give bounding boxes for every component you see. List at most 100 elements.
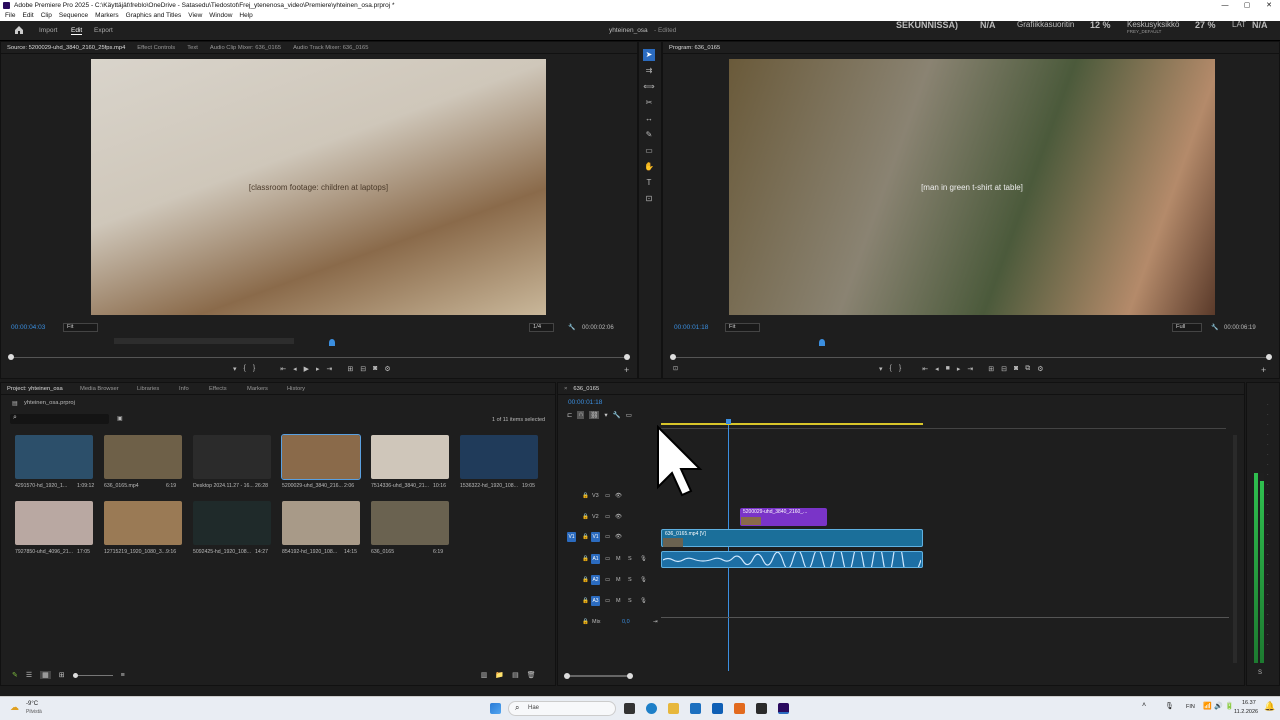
marker-icon[interactable]: ▾	[233, 365, 237, 373]
zoom-slider[interactable]	[72, 672, 113, 678]
mix-lock-icon[interactable]: 🔒	[582, 619, 589, 625]
program-resolution-dropdown[interactable]: Full	[1172, 323, 1202, 332]
tab-info[interactable]: Info	[179, 383, 209, 394]
automate-icon[interactable]: ▥	[481, 671, 488, 679]
prog-go-to-out-icon[interactable]: ⇥	[967, 365, 973, 373]
tab-effect-controls[interactable]: Effect Controls	[137, 42, 175, 53]
program-scrubber-end[interactable]	[1266, 354, 1272, 360]
linked-selection-icon[interactable]: ⛓	[589, 411, 600, 419]
freeform-view-icon[interactable]: ⊞	[59, 671, 65, 679]
source-scrubber-end[interactable]	[624, 354, 630, 360]
hscroll-end-handle[interactable]	[627, 673, 633, 679]
project-item-thumbnail[interactable]	[371, 435, 449, 479]
clock-date[interactable]: 11.2.2026	[1234, 709, 1258, 715]
vlc-icon[interactable]	[734, 703, 745, 714]
clip-v2[interactable]: 5200029-uhd_3840_2160_...	[740, 508, 827, 526]
prog-add-button-icon[interactable]: +	[1261, 365, 1266, 375]
tab-effects[interactable]: Effects	[209, 383, 247, 394]
play-icon[interactable]: ▶	[304, 365, 309, 373]
v1-sync-icon[interactable]: ▭	[605, 534, 610, 540]
track-select-icon[interactable]: ⇉	[643, 65, 655, 77]
menu-markers[interactable]: Markers	[95, 11, 118, 21]
source-scrubber[interactable]	[11, 357, 628, 358]
pencil-icon[interactable]: ✎	[12, 671, 18, 679]
project-item-thumbnail[interactable]	[460, 435, 538, 479]
project-item-thumbnail[interactable]	[371, 501, 449, 545]
wrench-icon[interactable]: 🔧	[568, 324, 575, 331]
overwrite-icon[interactable]: ⊟	[360, 365, 366, 373]
prog-step-forward-icon[interactable]: ▸	[957, 365, 961, 373]
a2-solo-icon[interactable]: S	[628, 577, 632, 583]
mix-end-icon[interactable]: ⇥	[653, 619, 658, 625]
export-frame-icon[interactable]: ◙	[373, 365, 377, 373]
source-timecode[interactable]: 00:00:04:03	[11, 324, 45, 331]
track-v1-label[interactable]: V1	[591, 532, 600, 542]
menu-clip[interactable]: Clip	[41, 11, 52, 21]
new-item-icon[interactable]: ▤	[512, 671, 519, 679]
menu-file[interactable]: File	[5, 11, 15, 21]
a1-sync-icon[interactable]: ▭	[605, 556, 610, 562]
project-item-thumbnail[interactable]	[281, 434, 361, 480]
taskbar-search[interactable]: ⌕ Hae	[508, 701, 616, 716]
program-playhead[interactable]	[819, 339, 826, 346]
wifi-icon[interactable]: 📶	[1203, 702, 1212, 710]
project-search-input[interactable]: ⌕	[10, 414, 109, 424]
tab-program[interactable]: Program: 636_0165	[669, 42, 720, 53]
hscroll-start-handle[interactable]	[564, 673, 570, 679]
weather-icon[interactable]: ☁	[10, 702, 19, 713]
clip-a1[interactable]	[661, 551, 923, 568]
capcut-icon[interactable]	[756, 703, 767, 714]
trash-icon[interactable]: 🗑	[527, 671, 536, 679]
pen-tool-icon[interactable]: ✎	[643, 129, 655, 141]
prog-export-frame-icon[interactable]: ◙	[1014, 365, 1018, 373]
timeline-settings-icon[interactable]: 🔧	[613, 411, 621, 419]
edge-icon[interactable]	[646, 703, 657, 714]
program-scrubber-start[interactable]	[670, 354, 676, 360]
source-fit-dropdown[interactable]: Fit	[63, 323, 98, 332]
project-item-thumbnail[interactable]	[193, 501, 271, 545]
program-scrubber[interactable]	[673, 357, 1270, 358]
caption-tool-icon[interactable]: ⊡	[643, 193, 655, 205]
file-explorer-icon[interactable]	[668, 703, 679, 714]
hand-tool-icon[interactable]: ✋	[643, 161, 655, 173]
nest-icon[interactable]: ⊏	[567, 411, 572, 419]
mic-tray-icon[interactable]: 🎙	[1165, 702, 1174, 710]
v3-eye-icon[interactable]: 👁	[615, 493, 622, 499]
a2-lock-icon[interactable]: 🔒	[582, 577, 589, 583]
project-item-thumbnail[interactable]	[104, 435, 182, 479]
timeline-timecode[interactable]: 00:00:01:18	[568, 399, 602, 406]
source-scrubber-start[interactable]	[8, 354, 14, 360]
extract-icon[interactable]: ⊟	[1001, 365, 1007, 373]
weather-temp[interactable]: -9°C	[26, 701, 38, 707]
track-a3-label[interactable]: A3	[591, 596, 600, 606]
menu-graphics[interactable]: Graphics and Titles	[126, 11, 182, 21]
new-bin-footer-icon[interactable]: 📁	[495, 671, 504, 679]
prog-step-back-icon[interactable]: ◂	[935, 365, 939, 373]
menu-window[interactable]: Window	[209, 11, 232, 21]
tab-markers[interactable]: Markers	[247, 383, 287, 394]
import-tab[interactable]: Import	[39, 27, 57, 34]
source-zoom-bar[interactable]	[114, 338, 294, 344]
task-view-icon[interactable]	[624, 703, 635, 714]
prog-marker-icon[interactable]: ▾	[879, 365, 883, 373]
clock-time[interactable]: 16.37	[1242, 700, 1256, 706]
a2-sync-icon[interactable]: ▭	[605, 577, 610, 583]
icon-view-icon[interactable]: ▦	[40, 671, 51, 679]
settings-icon[interactable]: ⚙	[384, 365, 390, 373]
type-tool-icon[interactable]: T	[643, 177, 655, 189]
v2-lock-icon[interactable]: 🔒	[582, 514, 589, 520]
rectangle-tool-icon[interactable]: ▭	[643, 145, 655, 157]
timeline-playhead-handle[interactable]	[726, 419, 731, 424]
list-view-icon[interactable]: ☰	[26, 671, 32, 679]
a1-lock-icon[interactable]: 🔒	[582, 556, 589, 562]
tray-chevron-icon[interactable]: ˄	[1142, 702, 1146, 709]
a2-mic-icon[interactable]: 🎙	[640, 577, 647, 583]
program-timecode[interactable]: 00:00:01:18	[674, 324, 708, 331]
track-a2-label[interactable]: A2	[591, 575, 600, 585]
v2-sync-icon[interactable]: ▭	[605, 514, 610, 520]
sort-icon[interactable]: ≡	[121, 672, 125, 679]
source-playhead[interactable]	[328, 339, 335, 346]
menu-edit[interactable]: Edit	[22, 11, 33, 21]
menu-sequence[interactable]: Sequence	[59, 11, 88, 21]
prog-mark-in-icon[interactable]: {	[890, 365, 892, 373]
